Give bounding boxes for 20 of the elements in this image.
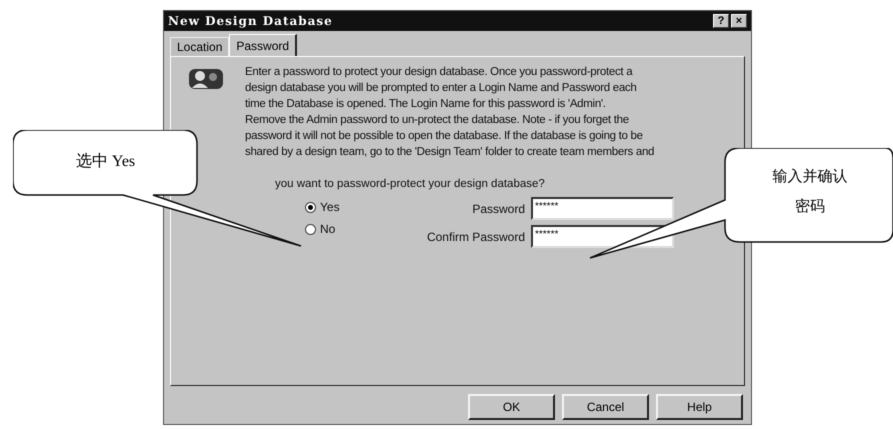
radio-button[interactable] <box>305 224 316 235</box>
tab[interactable]: Location <box>170 37 230 56</box>
window-title: New Design Database <box>168 13 333 30</box>
tab[interactable]: Password <box>229 34 298 56</box>
callout-text: 输入并确认密码 <box>772 168 848 217</box>
callout-text: 选中 Yes <box>74 152 136 172</box>
radio-option[interactable]: No <box>305 221 415 238</box>
dialog-button[interactable]: OK <box>468 394 555 420</box>
help-button[interactable]: ? <box>713 14 729 28</box>
dialog-button[interactable]: Help <box>656 394 743 420</box>
dialog-button[interactable]: Cancel <box>562 394 649 420</box>
description-text: Enter a password to protect your design database. Once you password-protect a design database you will be prompted to enter a Login Name and Password each time the Database is opened. The Login Name for this password is 'Admin'. Remove the Admin password to un-protect the database. Note - if you forget the password it will not be possible to open the database. If the database is going to be shared by a design team, go to the 'Design Team' folder to create team members and <box>245 65 654 160</box>
question-text: you want to password-protect your design database? <box>275 177 546 192</box>
field-label: Confirm Password <box>426 228 525 246</box>
close-button[interactable]: × <box>731 14 747 28</box>
password-field[interactable]: ****** <box>531 197 674 220</box>
radio-button[interactable] <box>305 202 316 213</box>
people-icon <box>187 66 225 92</box>
field-label: Password <box>471 200 525 218</box>
radio-option[interactable]: Yes <box>305 199 415 216</box>
